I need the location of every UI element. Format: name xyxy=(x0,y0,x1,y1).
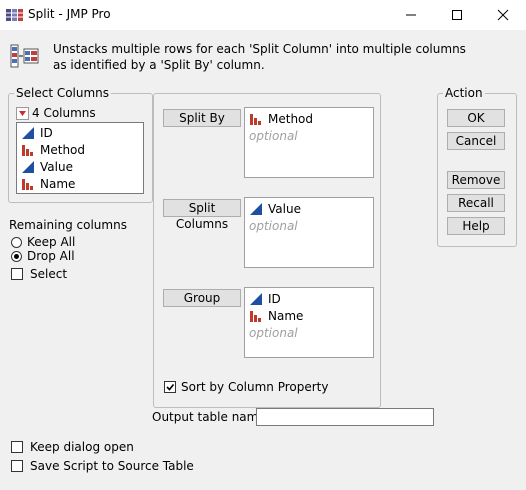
sort-by-column-property-checkbox[interactable]: Sort by Column Property xyxy=(164,380,329,394)
remaining-columns-label: Remaining columns xyxy=(9,218,127,232)
nominal-icon xyxy=(250,310,261,322)
collapse-arrow-icon xyxy=(16,106,29,120)
group-dropzone[interactable]: ID Name optional xyxy=(244,287,374,358)
column-item-name[interactable]: Name xyxy=(17,175,143,192)
group-optional: optional xyxy=(249,325,298,340)
dialog-description: Unstacks multiple rows for each 'Split C… xyxy=(53,42,466,72)
window-title: Split - JMP Pro xyxy=(28,7,111,21)
drop-all-radio[interactable]: Drop All xyxy=(11,249,75,263)
select-checkbox[interactable]: Select xyxy=(11,267,67,281)
close-button[interactable] xyxy=(480,0,526,30)
column-item-method[interactable]: Method xyxy=(17,141,143,158)
split-by-item-method[interactable]: Method xyxy=(245,110,373,127)
minimize-icon xyxy=(406,14,416,16)
output-table-name-label: Output table name: xyxy=(152,410,270,424)
radio-circle-selected[interactable] xyxy=(11,250,22,262)
column-item-value[interactable]: Value xyxy=(17,158,143,175)
checkbox-box[interactable] xyxy=(11,441,23,453)
remove-button[interactable]: Remove xyxy=(447,171,505,189)
ok-button[interactable]: OK xyxy=(447,109,505,127)
keep-dialog-open-checkbox[interactable]: Keep dialog open xyxy=(11,440,134,454)
select-columns-legend: Select Columns xyxy=(14,86,112,100)
group-item-id[interactable]: ID xyxy=(245,290,373,307)
split-by-dropzone[interactable]: Method optional xyxy=(244,107,374,178)
checkbox-box[interactable] xyxy=(11,460,23,472)
nominal-icon xyxy=(22,144,33,156)
output-table-name-input[interactable] xyxy=(256,408,434,426)
action-legend: Action xyxy=(443,86,485,100)
radio-circle[interactable] xyxy=(11,236,22,248)
split-columns-optional: optional xyxy=(249,218,298,233)
keep-all-radio[interactable]: Keep All xyxy=(11,235,75,249)
columns-count-header[interactable]: 4 Columns xyxy=(16,106,96,120)
recall-button[interactable]: Recall xyxy=(447,194,505,212)
close-icon xyxy=(497,9,509,21)
group-item-name[interactable]: Name xyxy=(245,307,373,324)
checkmark-icon xyxy=(166,384,175,391)
columns-count-label: 4 Columns xyxy=(32,106,96,120)
cancel-button[interactable]: Cancel xyxy=(447,132,505,150)
columns-listbox[interactable]: ID Method Value Name xyxy=(16,122,144,194)
nominal-icon xyxy=(250,113,261,125)
maximize-icon xyxy=(452,10,462,20)
group-button[interactable]: Group xyxy=(163,289,241,307)
continuous-icon xyxy=(22,126,34,139)
continuous-icon xyxy=(250,202,262,215)
split-by-optional: optional xyxy=(249,128,298,143)
continuous-icon xyxy=(22,160,34,173)
split-platform-icon xyxy=(10,44,39,68)
checkbox-box-checked[interactable] xyxy=(164,381,176,393)
split-by-button[interactable]: Split By xyxy=(163,109,241,127)
save-script-checkbox[interactable]: Save Script to Source Table xyxy=(11,459,194,473)
maximize-button[interactable] xyxy=(434,0,480,30)
column-item-id[interactable]: ID xyxy=(17,124,143,141)
nominal-icon xyxy=(22,178,33,190)
help-button[interactable]: Help xyxy=(447,217,505,235)
continuous-icon xyxy=(250,292,262,305)
split-columns-item-value[interactable]: Value xyxy=(245,200,373,217)
split-columns-button[interactable]: Split Columns xyxy=(163,199,241,231)
jmp-app-icon xyxy=(6,9,23,21)
minimize-button[interactable] xyxy=(388,0,434,30)
checkbox-box[interactable] xyxy=(11,268,23,280)
split-columns-dropzone[interactable]: Value optional xyxy=(244,197,374,268)
